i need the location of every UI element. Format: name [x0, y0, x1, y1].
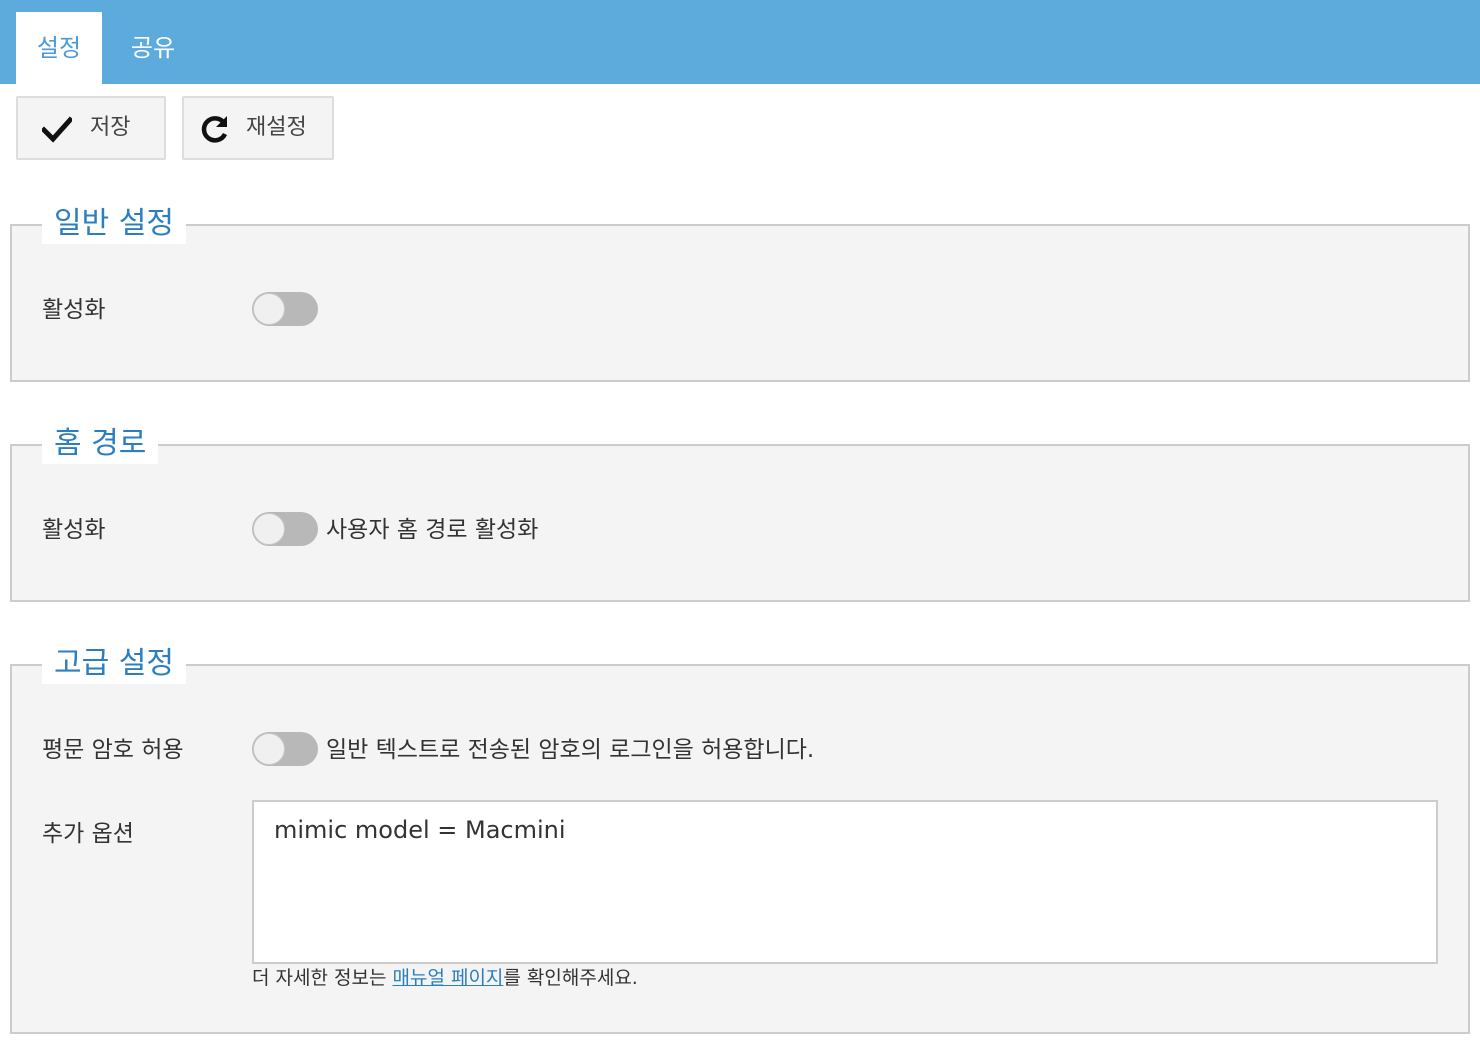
save-button-label: 저장	[90, 115, 131, 140]
home-enable-toggle[interactable]	[252, 512, 318, 546]
general-enable-toggle[interactable]	[252, 292, 318, 326]
tab-bar: 설정 공유	[0, 0, 1480, 84]
save-button[interactable]: 저장	[16, 96, 166, 160]
check-icon	[42, 116, 72, 143]
reset-button[interactable]: 재설정	[182, 96, 334, 160]
home-path-section: 홈 경로 활성화 사용자 홈 경로 활성화	[10, 424, 1470, 602]
plaintext-password-toggle[interactable]	[252, 732, 318, 766]
plaintext-password-description: 일반 텍스트로 전송된 암호의 로그인을 허용합니다.	[326, 737, 815, 763]
reset-button-label: 재설정	[246, 115, 307, 140]
advanced-settings-section: 고급 설정 평문 암호 허용 일반 텍스트로 전송된 암호의 로그인을 허용합니…	[10, 644, 1470, 1034]
plaintext-password-label: 평문 암호 허용	[42, 737, 184, 763]
help-text-prefix: 더 자세한 정보는	[252, 967, 393, 989]
refresh-icon	[201, 116, 228, 143]
help-text: 더 자세한 정보는 매뉴얼 페이지를 확인해주세요.	[252, 964, 638, 992]
manual-page-link[interactable]: 매뉴얼 페이지	[392, 967, 503, 989]
extra-options-textarea[interactable]: mimic model = Macmini	[252, 800, 1438, 964]
tab-settings[interactable]: 설정	[16, 12, 102, 84]
toggle-knob	[253, 733, 285, 765]
home-path-title: 홈 경로	[42, 424, 159, 464]
general-enable-label: 활성화	[42, 297, 106, 323]
home-enable-label: 활성화	[42, 517, 106, 543]
home-enable-description: 사용자 홈 경로 활성화	[326, 517, 539, 543]
extra-options-label: 추가 옵션	[42, 821, 134, 847]
toggle-knob	[253, 513, 285, 545]
general-settings-title: 일반 설정	[42, 204, 186, 244]
help-text-suffix: 를 확인해주세요.	[503, 967, 638, 989]
advanced-settings-title: 고급 설정	[42, 644, 186, 684]
tab-share[interactable]: 공유	[118, 12, 188, 84]
general-settings-section: 일반 설정 활성화	[10, 204, 1470, 382]
toggle-knob	[253, 293, 285, 325]
